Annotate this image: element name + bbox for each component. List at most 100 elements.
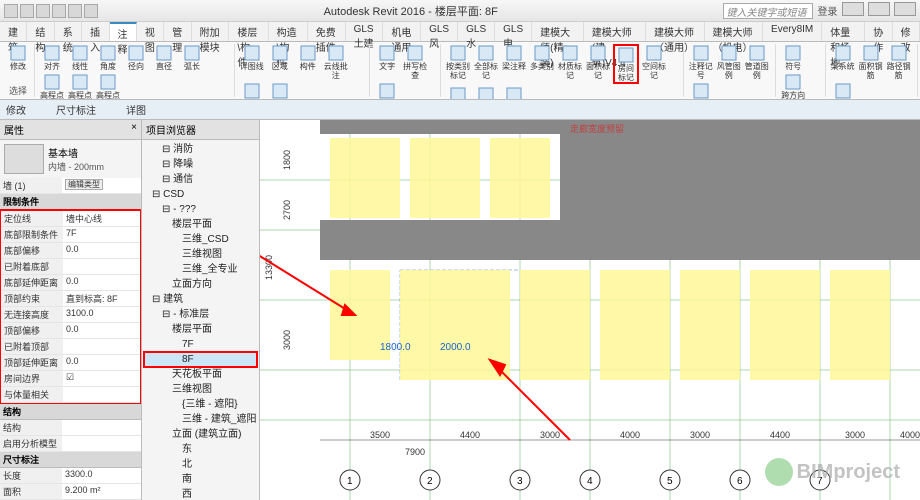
tab-9[interactable]: 构造\构件 <box>269 22 308 41</box>
tag-all-button[interactable]: 全部标记 <box>473 44 499 80</box>
prop-row[interactable]: 顶部偏移0.0 <box>1 323 140 339</box>
help-search-input[interactable]: 键入关键字或短语 <box>723 3 813 19</box>
find-button[interactable]: 查找/替换 <box>374 82 400 100</box>
tree-item[interactable]: 三维视图 <box>144 247 257 262</box>
diameter-button[interactable]: 直径 <box>151 44 177 71</box>
tree-item[interactable]: 北 <box>144 457 257 472</box>
radial-button[interactable]: 径向 <box>123 44 149 71</box>
tab-1[interactable]: 结构 <box>27 22 54 41</box>
quick-access-toolbar[interactable] <box>4 4 98 18</box>
close-icon[interactable] <box>894 2 916 16</box>
tree-item[interactable]: 8F <box>144 352 257 367</box>
prop-row[interactable]: 底部限制条件7F <box>1 227 140 243</box>
prop-row[interactable]: 结构 <box>0 420 141 436</box>
tab-0[interactable]: 建筑 <box>0 22 27 41</box>
tab-14[interactable]: GLS水 <box>458 22 495 41</box>
beam-sys-button[interactable]: 梁系统 <box>830 44 856 71</box>
tree-item[interactable]: 东 <box>144 442 257 457</box>
tab-16[interactable]: 建模大师(精装) <box>532 22 584 41</box>
tab-6[interactable]: 管理 <box>164 22 191 41</box>
tree-item[interactable]: 三维_全专业 <box>144 262 257 277</box>
region-button[interactable]: 区域 <box>267 44 293 71</box>
prop-row[interactable]: 启用分析模型 <box>0 436 141 452</box>
prop-row[interactable]: 底部偏移0.0 <box>1 243 140 259</box>
drawing-canvas[interactable]: 1800.0 2000.0 1800 2700 3000 13300 3500 … <box>260 120 920 500</box>
tree-item[interactable]: {三维 - 遮阳} <box>144 397 257 412</box>
tab-10[interactable]: 免费插件 <box>308 22 346 41</box>
tab-23[interactable]: 修改 <box>893 22 920 41</box>
tab-12[interactable]: 机电通用 <box>383 22 421 41</box>
material-button[interactable]: 材质标记 <box>557 44 583 80</box>
prop-row[interactable]: 定位线墙中心线 <box>1 211 140 227</box>
modify-label[interactable]: 修改 <box>6 102 26 117</box>
tree-item[interactable]: 楼层平面 <box>144 322 257 337</box>
area-rein-button[interactable]: 面积钢筋 <box>858 44 884 80</box>
tab-11[interactable]: GLS土建 <box>346 22 384 41</box>
room-tag-button[interactable]: 房间标记 <box>613 44 639 84</box>
spot-slope-button[interactable]: 高程点坡度 <box>95 73 121 100</box>
spot-coord-button[interactable]: 高程点坐标 <box>67 73 93 100</box>
tab-20[interactable]: Every8IM <box>763 22 822 41</box>
tab-17[interactable]: 建模大师(建筑)V4.4 <box>584 22 646 41</box>
cloud-button[interactable]: 云线批注 <box>323 44 349 80</box>
aligned-button[interactable]: 对齐 <box>39 44 65 71</box>
maximize-icon[interactable] <box>868 2 890 16</box>
pipe-legend-button[interactable]: 管道图例 <box>744 44 770 80</box>
arc-button[interactable]: 弧长 <box>179 44 205 71</box>
prop-row[interactable]: 房间边界☑ <box>1 371 140 387</box>
tree-item[interactable]: ⊟ - 标准层 <box>144 307 257 322</box>
tab-13[interactable]: GLS风 <box>421 22 458 41</box>
beam-ann-button[interactable]: 梁注释 <box>501 44 527 71</box>
prop-section[interactable]: 结构 <box>0 404 141 420</box>
linear-button[interactable]: 线性 <box>67 44 93 71</box>
area-tag-button[interactable]: 面积标记 <box>585 44 611 80</box>
duct-legend-button[interactable]: 风管图例 <box>716 44 742 80</box>
path-rein-button[interactable]: 路径钢筋 <box>886 44 912 80</box>
space-tag-button[interactable]: 空间标记 <box>641 44 667 80</box>
tree-item[interactable]: 西 <box>144 487 257 500</box>
tab-8[interactable]: 楼层\构件 <box>229 22 268 41</box>
qat-undo-icon[interactable] <box>52 4 66 18</box>
group-button[interactable]: 详图组 <box>239 82 265 100</box>
tree-item[interactable]: 7F <box>144 337 257 352</box>
prop-row[interactable]: 已附着顶部 <box>1 339 140 355</box>
spell-button[interactable]: 拼写检查 <box>402 44 428 80</box>
prop-section[interactable]: 尺寸标注 <box>0 452 141 468</box>
text-button[interactable]: 文字 <box>374 44 400 71</box>
type-selector[interactable]: 墙 (1) <box>0 178 62 193</box>
qat-redo-icon[interactable] <box>68 4 82 18</box>
app-menu-icon[interactable] <box>4 4 18 18</box>
component-button[interactable]: 构件 <box>295 44 321 71</box>
prop-row[interactable]: 面积9.200 m² <box>0 484 141 500</box>
tab-4[interactable]: 注释 <box>110 22 137 41</box>
tab-22[interactable]: 协作 <box>865 22 892 41</box>
prop-row[interactable]: 无连接高度3100.0 <box>1 307 140 323</box>
symbol-button[interactable]: 符号 <box>780 44 806 71</box>
login-label[interactable]: 登录 <box>817 3 837 18</box>
prop-row[interactable]: 底部延伸距离0.0 <box>1 275 140 291</box>
tab-15[interactable]: GLS电 <box>495 22 532 41</box>
tree-item[interactable]: ⊟ 建筑 <box>144 292 257 307</box>
tree-item[interactable]: ⊟ CSD <box>144 187 257 202</box>
tree-item[interactable]: ⊟ 降噪 <box>144 157 257 172</box>
tab-3[interactable]: 插入 <box>82 22 109 41</box>
keynote-button[interactable]: 注释记号 <box>688 44 714 80</box>
tab-18[interactable]: 建模大师（通用） <box>646 22 705 41</box>
multi-rebar-button[interactable]: 多钢筋注释 <box>501 86 527 100</box>
qat-open-icon[interactable] <box>20 4 34 18</box>
tree-item[interactable]: 三维 - 建筑_遮阳 <box>144 412 257 427</box>
prop-row[interactable]: 与体量相关 <box>1 387 140 403</box>
qat-save-icon[interactable] <box>36 4 50 18</box>
tree-item[interactable]: 天花板平面 <box>144 367 257 382</box>
tree-item[interactable]: ⊟ 通信 <box>144 172 257 187</box>
edit-type-button[interactable]: 编辑类型 <box>65 179 103 190</box>
detail-line-button[interactable]: 详图线 <box>239 44 265 71</box>
tab-19[interactable]: 建模大师（机电） <box>705 22 764 41</box>
tab-5[interactable]: 视图 <box>137 22 164 41</box>
prop-section[interactable]: 限制条件 <box>0 194 141 210</box>
fabric-button[interactable]: 区域钢筋 <box>830 82 856 100</box>
prop-row[interactable]: 长度3300.0 <box>0 468 141 484</box>
tag-cat-button[interactable]: 按类别标记 <box>445 44 471 80</box>
tab-7[interactable]: 附加模块 <box>192 22 230 41</box>
tree-item[interactable]: 三维视图 <box>144 382 257 397</box>
